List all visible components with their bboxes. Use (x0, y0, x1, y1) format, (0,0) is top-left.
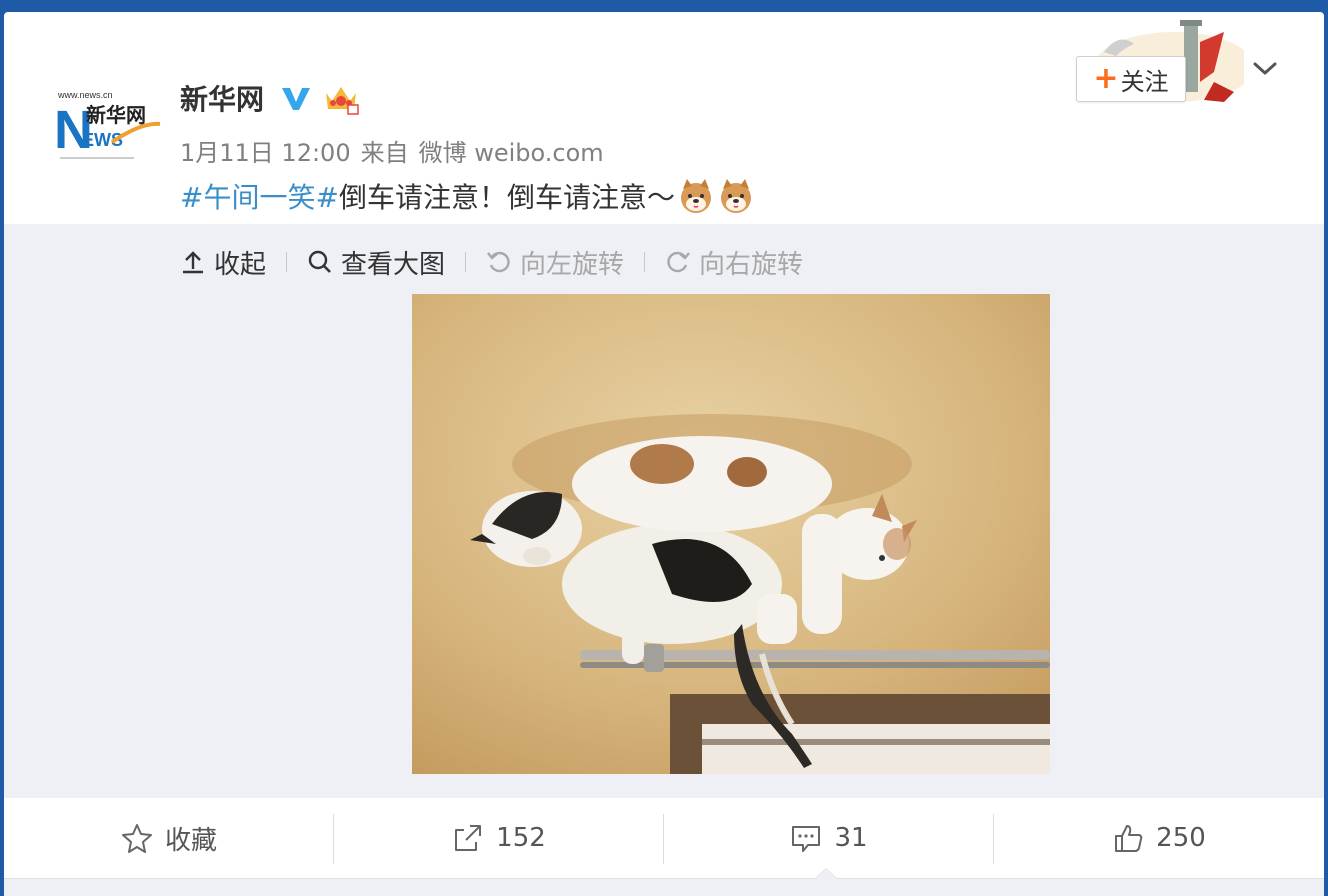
post-meta: 1月11日 12:00 来自 微博 weibo.com (180, 133, 614, 168)
logo-url-text: www.news.cn (57, 90, 113, 100)
rotate-left-label: 向左旋转 (520, 249, 625, 280)
author-avatar[interactable]: www.news.cn N 新华网 EWS (52, 82, 162, 166)
thumbs-up-icon (1115, 825, 1143, 852)
post-text: #午间一笑# 倒车请注意！倒车请注意～ (180, 176, 755, 216)
favorite-button[interactable]: 收藏 (4, 798, 334, 878)
toolbar-divider (286, 252, 288, 272)
rotate-left-button[interactable]: 向左旋转 (486, 244, 624, 281)
star-icon (121, 824, 152, 853)
rotate-right-button[interactable]: 向右旋转 (665, 244, 803, 281)
dog-face-emoji-icon (720, 179, 751, 213)
view-large-label: 查看大图 (341, 249, 446, 280)
crown-badge-icon[interactable] (322, 81, 360, 115)
follow-button[interactable]: + 关注 (1076, 56, 1186, 102)
view-large-button[interactable]: 查看大图 (307, 244, 445, 281)
toolbar-divider (465, 252, 467, 272)
repost-button[interactable]: 152 (334, 798, 664, 878)
comment-button[interactable]: 31 (664, 798, 994, 878)
dog-face-emoji-icon (680, 179, 711, 213)
comment-icon (792, 826, 821, 852)
post-action-bar: 收藏 152 31 250 (4, 798, 1324, 878)
rotate-right-label: 向右旋转 (699, 249, 804, 280)
expanded-media: 收起 查看大图 向左旋转 向右旋转 (4, 224, 1324, 798)
comment-pointer-arrow (814, 868, 838, 879)
post-source[interactable]: 微博 weibo.com (419, 139, 604, 167)
like-count: 250 (1156, 823, 1206, 853)
collapse-button[interactable]: 收起 (180, 244, 266, 281)
verified-v-icon (282, 88, 311, 110)
weibo-post-card: www.news.cn N 新华网 EWS 新华网 1月11日 12:00 来自微… (4, 12, 1324, 896)
post-body: 倒车请注意！倒车请注意～ (338, 181, 675, 214)
like-button[interactable]: 250 (994, 798, 1324, 878)
search-icon (308, 250, 331, 273)
author-name[interactable]: 新华网 (180, 78, 264, 118)
media-toolbar: 收起 查看大图 向左旋转 向右旋转 (180, 242, 803, 282)
favorite-label: 收藏 (164, 825, 217, 856)
chevron-down-icon[interactable] (1250, 54, 1280, 84)
repost-count: 152 (496, 823, 546, 853)
follow-plus-icon: + (1093, 61, 1119, 96)
rotate-right-icon (667, 251, 690, 273)
collapse-label: 收起 (214, 249, 267, 280)
share-icon (455, 825, 482, 851)
comment-count: 31 (834, 823, 868, 853)
topic-link[interactable]: #午间一笑# (180, 176, 339, 216)
logo-name: 新华网 (86, 103, 146, 127)
rotate-left-icon (487, 251, 510, 273)
post-date[interactable]: 1月11日 12:00 (180, 139, 351, 167)
source-prefix: 来自 (360, 139, 409, 167)
post-photo[interactable] (412, 294, 1050, 774)
follow-label: 关注 (1120, 67, 1169, 96)
comment-area-strip (4, 878, 1324, 896)
upload-arrow-icon (183, 251, 203, 274)
toolbar-divider (644, 252, 646, 272)
